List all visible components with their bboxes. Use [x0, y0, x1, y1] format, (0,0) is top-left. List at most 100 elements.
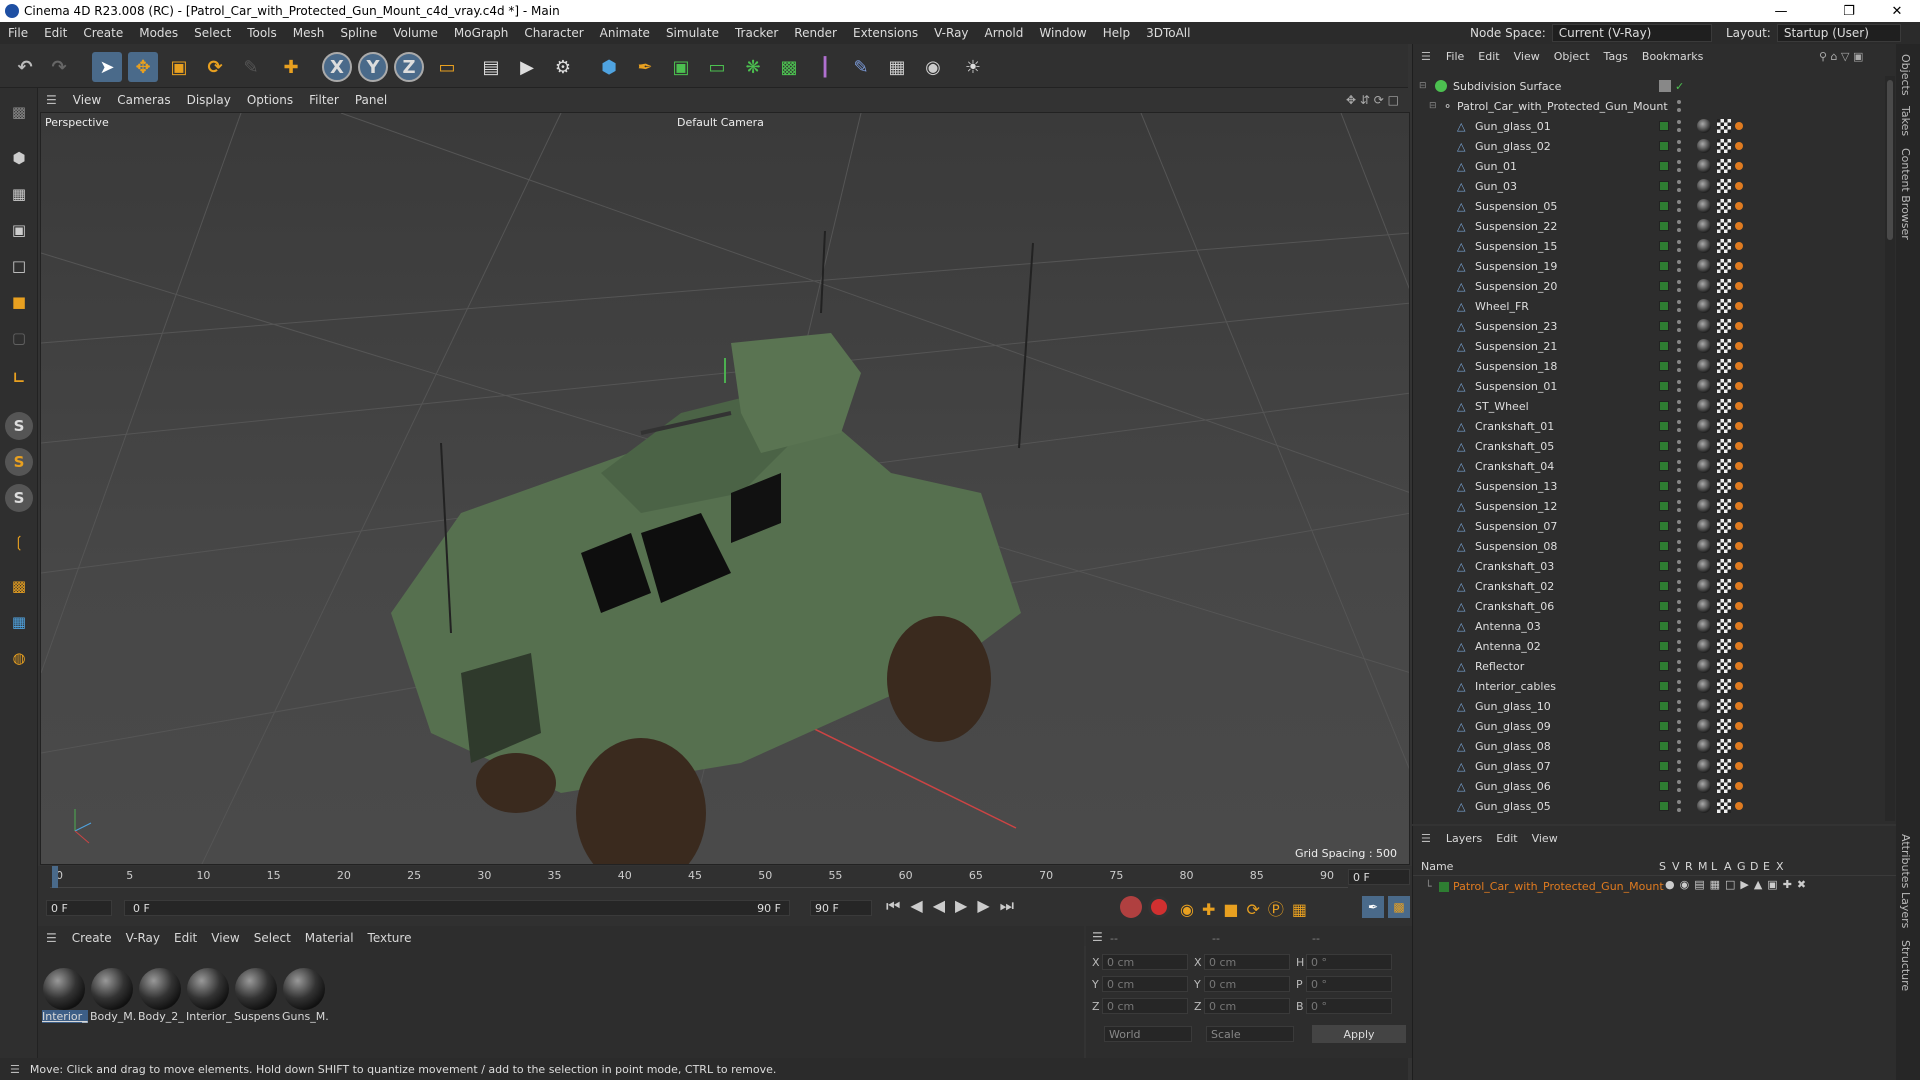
extrude-icon[interactable]: ▭	[702, 52, 732, 82]
checker-tag-icon[interactable]	[1717, 139, 1731, 153]
uvw-tag-icon[interactable]	[1735, 282, 1743, 290]
object-row[interactable]: △ Interior_cables	[1413, 676, 1883, 696]
uvw-tag-icon[interactable]	[1735, 342, 1743, 350]
menu-help[interactable]: Help	[1095, 26, 1138, 40]
object-row[interactable]: △ ST_Wheel	[1413, 396, 1883, 416]
object-row[interactable]: △ Gun_glass_10	[1413, 696, 1883, 716]
checker-tag-icon[interactable]	[1717, 359, 1731, 373]
object-row[interactable]: △ Crankshaft_03	[1413, 556, 1883, 576]
material-tag-icon[interactable]	[1697, 679, 1711, 693]
layer-tag-swatch[interactable]	[1659, 561, 1669, 571]
layer-tag-swatch[interactable]	[1659, 181, 1669, 191]
uvw-tag-icon[interactable]	[1735, 122, 1743, 130]
material-tag-icon[interactable]	[1697, 519, 1711, 533]
layer-tag-swatch[interactable]	[1659, 481, 1669, 491]
coordinate-space-dropdown[interactable]: World	[1104, 1026, 1192, 1042]
uvw-tag-icon[interactable]	[1735, 702, 1743, 710]
material-menu-select[interactable]: Select	[247, 931, 298, 945]
menu-select[interactable]: Select	[186, 26, 239, 40]
material-tag-icon[interactable]	[1697, 199, 1711, 213]
visibility-dots[interactable]	[1677, 620, 1681, 632]
viewport-menu-view[interactable]: View	[65, 93, 109, 107]
layer-tag-swatch[interactable]	[1659, 301, 1669, 311]
uvw-tag-icon[interactable]	[1735, 802, 1743, 810]
coord-value-field[interactable]: 0 °	[1306, 998, 1392, 1014]
material-tag-icon[interactable]	[1697, 219, 1711, 233]
object-menu-edit[interactable]: Edit	[1471, 50, 1506, 63]
coord-value-field[interactable]: 0 cm	[1102, 998, 1188, 1014]
uvw-tag-icon[interactable]	[1735, 182, 1743, 190]
locked-workplane-icon[interactable]: ◍	[5, 644, 33, 672]
menu-window[interactable]: Window	[1031, 26, 1094, 40]
add-tool-icon[interactable]: ✚	[276, 52, 306, 82]
visibility-dots[interactable]	[1677, 500, 1681, 512]
object-row[interactable]: △ Antenna_02	[1413, 636, 1883, 656]
field-icon[interactable]: ✎	[846, 52, 876, 82]
object-row[interactable]: △ Suspension_22	[1413, 216, 1883, 236]
coord-value-field[interactable]: 0 cm	[1102, 954, 1188, 970]
menu-tools[interactable]: Tools	[239, 26, 285, 40]
keyframe-icon[interactable]: ▩	[1388, 896, 1410, 918]
axis-mode-icon[interactable]: ∟	[5, 364, 33, 392]
visibility-dots[interactable]	[1677, 540, 1681, 552]
material-tag-icon[interactable]	[1697, 459, 1711, 473]
checker-tag-icon[interactable]	[1717, 259, 1731, 273]
redo-icon[interactable]: ↷	[44, 52, 74, 82]
layer-tag-swatch[interactable]	[1659, 361, 1669, 371]
coord-value-field[interactable]: 0 cm	[1204, 954, 1290, 970]
visibility-dots[interactable]	[1677, 180, 1681, 192]
layer-tag-swatch[interactable]	[1659, 461, 1669, 471]
playback-controls[interactable]: ⏮◀◀▶▶⏭	[886, 896, 1024, 916]
checker-tag-icon[interactable]	[1717, 179, 1731, 193]
checker-tag-icon[interactable]	[1717, 279, 1731, 293]
visibility-dots[interactable]	[1677, 640, 1681, 652]
layer-tag-swatch[interactable]	[1659, 721, 1669, 731]
object-menu-tags[interactable]: Tags	[1597, 50, 1635, 63]
object-row[interactable]: △ Suspension_05	[1413, 196, 1883, 216]
uvw-tag-icon[interactable]	[1735, 582, 1743, 590]
material-tag-icon[interactable]	[1697, 579, 1711, 593]
layer-tag-swatch[interactable]	[1659, 261, 1669, 271]
status-hamburger-icon[interactable]: ☰	[0, 1063, 30, 1076]
layout-dropdown[interactable]: Startup (User)	[1776, 24, 1901, 42]
checker-tag-icon[interactable]	[1717, 439, 1731, 453]
cube-icon[interactable]: ⬢	[594, 52, 624, 82]
menu-create[interactable]: Create	[75, 26, 131, 40]
uvw-tag-icon[interactable]	[1735, 322, 1743, 330]
menu-arnold[interactable]: Arnold	[977, 26, 1032, 40]
material-tag-icon[interactable]	[1697, 759, 1711, 773]
scrollbar-thumb[interactable]	[1887, 80, 1893, 240]
material-tag-icon[interactable]	[1697, 319, 1711, 333]
object-menu-file[interactable]: File	[1439, 50, 1471, 63]
uvw-tag-icon[interactable]	[1735, 782, 1743, 790]
light-icon[interactable]: ☀	[958, 52, 988, 82]
layer-tag-swatch[interactable]	[1659, 501, 1669, 511]
scale-tool-icon[interactable]: ▣	[164, 52, 194, 82]
uvw-tag-icon[interactable]	[1735, 262, 1743, 270]
visibility-dots[interactable]	[1677, 300, 1681, 312]
visibility-dots[interactable]	[1677, 420, 1681, 432]
material-tag-icon[interactable]	[1697, 539, 1711, 553]
apply-button[interactable]: Apply	[1312, 1025, 1406, 1043]
object-row[interactable]: △ Gun_glass_07	[1413, 756, 1883, 776]
uvw-tag-icon[interactable]	[1735, 742, 1743, 750]
coord-value-field[interactable]: 0 cm	[1204, 976, 1290, 992]
material-menu-edit[interactable]: Edit	[167, 931, 204, 945]
undo-icon[interactable]: ↶	[10, 52, 40, 82]
checker-tag-icon[interactable]	[1717, 379, 1731, 393]
material-tag-icon[interactable]	[1697, 279, 1711, 293]
object-row[interactable]: △ Suspension_15	[1413, 236, 1883, 256]
material-menu-view[interactable]: View	[204, 931, 246, 945]
visibility-dots[interactable]	[1677, 460, 1681, 472]
y-axis-lock-icon[interactable]: Y	[358, 52, 388, 82]
checker-tag-icon[interactable]	[1717, 599, 1731, 613]
material-tag-icon[interactable]	[1697, 699, 1711, 713]
material-menu-texture[interactable]: Texture	[361, 931, 419, 945]
uvw-tag-icon[interactable]	[1735, 382, 1743, 390]
layer-tag-swatch[interactable]	[1659, 121, 1669, 131]
layer-menu-view[interactable]: View	[1525, 832, 1565, 845]
visibility-dots[interactable]	[1677, 240, 1681, 252]
material-tag-icon[interactable]	[1697, 739, 1711, 753]
object-row-parent[interactable]: ⊟ ⚬ Patrol_Car_with_Protected_Gun_Mount	[1413, 96, 1883, 116]
material-tag-icon[interactable]	[1697, 399, 1711, 413]
